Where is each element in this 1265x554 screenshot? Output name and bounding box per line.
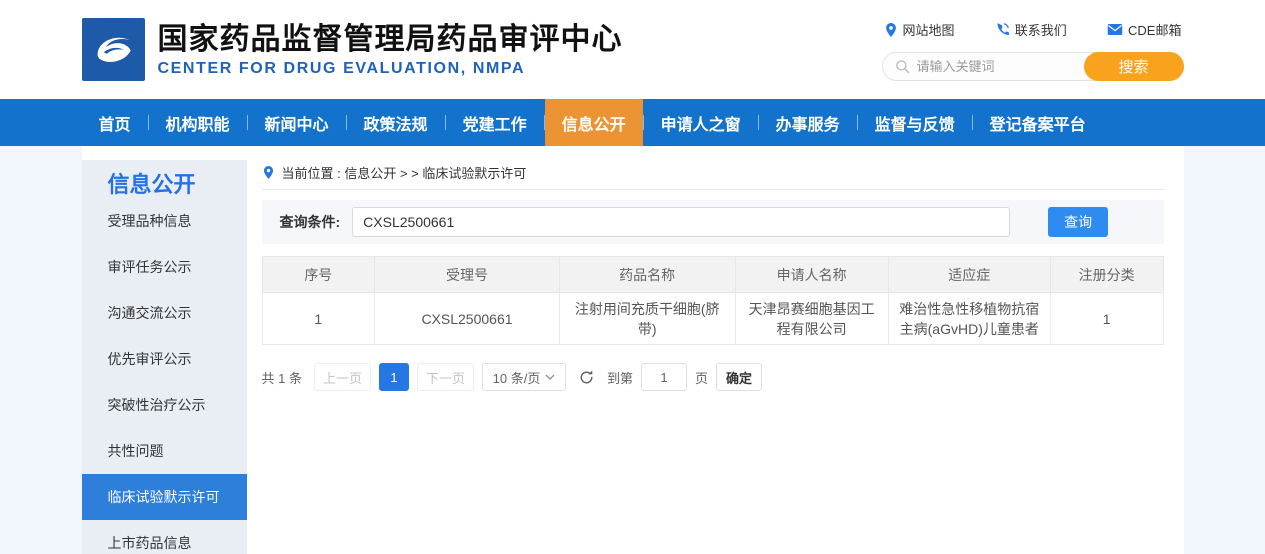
sidebar-item-clinical-trial-implied-license[interactable]: 临床试验默示许可 <box>82 474 247 520</box>
site-subtitle: CENTER FOR DRUG EVALUATION, NMPA <box>158 60 623 78</box>
chevron-down-icon <box>545 374 555 380</box>
nav-item-functions[interactable]: 机构职能 <box>149 99 247 146</box>
cell-drug-name: 注射用间充质干细胞(脐带) <box>559 293 735 345</box>
cell-applicant: 天津昂赛细胞基因工程有限公司 <box>735 293 888 345</box>
location-pin-icon <box>262 165 275 180</box>
nav-item-services[interactable]: 办事服务 <box>759 99 857 146</box>
content-panel: 当前位置 : 信息公开 > > 临床试验默示许可 查询条件: 查询 序号 受理号… <box>247 160 1184 554</box>
magnifier-icon <box>895 59 910 74</box>
goto-unit: 页 <box>695 368 708 387</box>
cell-index: 1 <box>262 293 375 345</box>
location-pin-icon <box>884 22 898 38</box>
total-count: 共 1 条 <box>262 368 302 387</box>
col-header-drug-name: 药品名称 <box>559 257 735 293</box>
sidebar-item-accepted-varieties[interactable]: 受理品种信息 <box>82 198 247 244</box>
site-search: 搜索 <box>882 52 1184 81</box>
col-header-indication: 适应症 <box>888 257 1050 293</box>
goto-page-input[interactable] <box>641 363 687 391</box>
nav-item-party-building[interactable]: 党建工作 <box>446 99 544 146</box>
sidebar-item-marketed-drugs[interactable]: 上市药品信息 <box>82 520 247 554</box>
query-label: 查询条件: <box>280 212 341 232</box>
goto-confirm-button[interactable]: 确定 <box>716 363 762 391</box>
goto-label: 到第 <box>607 368 633 387</box>
cde-mail-link[interactable]: CDE邮箱 <box>1107 20 1181 39</box>
search-input[interactable] <box>917 59 1077 74</box>
brand-text: 国家药品监督管理局药品审评中心 CENTER FOR DRUG EVALUATI… <box>158 22 623 78</box>
contact-label: 联系我们 <box>1015 20 1067 39</box>
page-size-select[interactable]: 10 条/页 <box>482 363 566 391</box>
cde-logo[interactable] <box>82 18 145 81</box>
nav-item-home[interactable]: 首页 <box>82 99 148 146</box>
breadcrumb: 当前位置 : 信息公开 > > 临床试验默示许可 <box>262 160 1164 190</box>
phone-icon <box>995 22 1010 37</box>
sidebar-title: 信息公开 <box>82 160 247 198</box>
cde-mail-label: CDE邮箱 <box>1128 20 1181 39</box>
cell-indication: 难治性急性移植物抗宿主病(aGvHD)儿童患者 <box>888 293 1050 345</box>
nav-item-registration-platform[interactable]: 登记备案平台 <box>973 99 1103 146</box>
envelope-icon <box>1107 23 1123 36</box>
sidebar-item-review-tasks[interactable]: 审评任务公示 <box>82 244 247 290</box>
nav-item-supervision-feedback[interactable]: 监督与反馈 <box>858 99 972 146</box>
table-header-row: 序号 受理号 药品名称 申请人名称 适应症 注册分类 <box>262 257 1163 293</box>
refresh-icon[interactable] <box>578 369 595 386</box>
site-header: 国家药品监督管理局药品审评中心 CENTER FOR DRUG EVALUATI… <box>0 0 1265 99</box>
nav-item-applicant-window[interactable]: 申请人之窗 <box>644 99 758 146</box>
col-header-applicant: 申请人名称 <box>735 257 888 293</box>
sidebar-item-priority-review[interactable]: 优先审评公示 <box>82 336 247 382</box>
col-header-index: 序号 <box>262 257 375 293</box>
cde-logo-swoosh-icon <box>90 27 136 73</box>
pagination: 共 1 条 上一页 1 下一页 10 条/页 到第 页 确定 <box>262 363 1164 391</box>
nav-item-info-disclosure[interactable]: 信息公开 <box>545 99 643 146</box>
results-table: 序号 受理号 药品名称 申请人名称 适应症 注册分类 1 CXSL2500661… <box>262 256 1164 345</box>
sitemap-label: 网站地图 <box>903 20 955 39</box>
main-nav: 首页 机构职能 新闻中心 政策法规 党建工作 信息公开 申请人之窗 办事服务 监… <box>0 99 1265 146</box>
table-row: 1 CXSL2500661 注射用间充质干细胞(脐带) 天津昂赛细胞基因工程有限… <box>262 293 1163 345</box>
query-bar: 查询条件: 查询 <box>262 200 1164 244</box>
prev-page-button[interactable]: 上一页 <box>314 363 371 391</box>
cell-acceptance-no: CXSL2500661 <box>375 293 560 345</box>
sidebar: 信息公开 受理品种信息 审评任务公示 沟通交流公示 优先审评公示 突破性治疗公示… <box>82 160 247 554</box>
brand: 国家药品监督管理局药品审评中心 CENTER FOR DRUG EVALUATI… <box>82 18 623 81</box>
nav-item-news[interactable]: 新闻中心 <box>248 99 346 146</box>
search-button[interactable]: 搜索 <box>1084 52 1184 81</box>
sidebar-item-common-issues[interactable]: 共性问题 <box>82 428 247 474</box>
col-header-registration-class: 注册分类 <box>1050 257 1163 293</box>
query-input[interactable] <box>352 207 1010 237</box>
page-size-value: 10 条/页 <box>493 368 541 387</box>
breadcrumb-text: 当前位置 : 信息公开 > > 临床试验默示许可 <box>282 163 527 182</box>
contact-link[interactable]: 联系我们 <box>995 20 1067 39</box>
cell-registration-class: 1 <box>1050 293 1163 345</box>
sidebar-item-breakthrough-therapy[interactable]: 突破性治疗公示 <box>82 382 247 428</box>
page-number-1[interactable]: 1 <box>379 363 409 391</box>
col-header-acceptance-no: 受理号 <box>375 257 560 293</box>
sitemap-link[interactable]: 网站地图 <box>884 20 955 39</box>
site-title: 国家药品监督管理局药品审评中心 <box>158 22 623 58</box>
next-page-button[interactable]: 下一页 <box>417 363 474 391</box>
sidebar-item-communication[interactable]: 沟通交流公示 <box>82 290 247 336</box>
nav-item-policies[interactable]: 政策法规 <box>347 99 445 146</box>
quick-links: 网站地图 联系我们 CDE邮箱 <box>882 20 1184 39</box>
main-area: 信息公开 受理品种信息 审评任务公示 沟通交流公示 优先审评公示 突破性治疗公示… <box>82 146 1184 554</box>
query-button[interactable]: 查询 <box>1048 207 1108 237</box>
